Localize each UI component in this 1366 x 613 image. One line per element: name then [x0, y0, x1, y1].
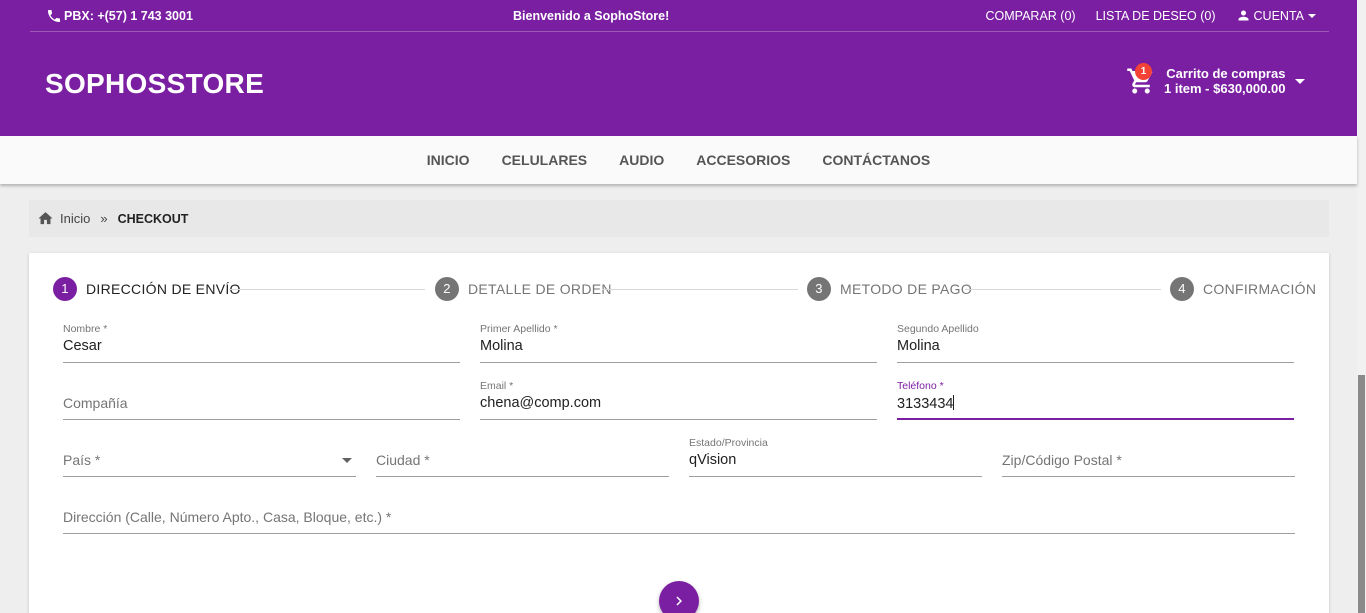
main-nav: INICIO CELULARES AUDIO ACCESORIOS CONTÁC… — [0, 136, 1357, 184]
zip-placeholder: Zip/Código Postal * — [1002, 452, 1122, 468]
page-scrollbar[interactable] — [1357, 0, 1366, 613]
top-bar: PBX: +(57) 1 743 3001 Bienvenido a Sopho… — [30, 0, 1329, 32]
nav-item-audio[interactable]: AUDIO — [619, 152, 664, 168]
step-number: 4 — [1170, 277, 1194, 301]
step-order-detail[interactable]: 2 DETALLE DE ORDEN — [435, 277, 612, 301]
zip-field[interactable]: Zip/Código Postal * — [1002, 437, 1295, 477]
ciudad-placeholder: Ciudad * — [376, 452, 430, 468]
step-connector — [602, 289, 798, 290]
email-value: chena@comp.com — [480, 395, 602, 411]
estado-value: qVision — [689, 452, 737, 468]
cart-summary: 1 item - $630,000.00 — [1164, 81, 1286, 96]
next-step-button[interactable] — [659, 581, 699, 613]
primer-apellido-label: Primer Apellido * — [480, 323, 558, 335]
site-logo[interactable]: SOPHOSSTORE — [45, 68, 264, 100]
telefono-value: 3133434 — [897, 396, 954, 412]
segundo-apellido-field[interactable]: Segundo Apellido Molina — [897, 323, 1294, 363]
scrollbar-thumb[interactable] — [1358, 375, 1365, 613]
compania-field[interactable]: Compañía — [63, 380, 460, 420]
telefono-label: Teléfono * — [897, 380, 944, 392]
compania-placeholder: Compañía — [63, 395, 128, 411]
direccion-placeholder: Dirección (Calle, Número Apto., Casa, Bl… — [63, 509, 392, 525]
checkout-card: 1 DIRECCIÓN DE ENVÍO 2 DETALLE DE ORDEN … — [29, 253, 1329, 613]
step-label: CONFIRMACIÓN — [1203, 281, 1317, 297]
email-field[interactable]: Email * chena@comp.com — [480, 380, 877, 420]
cart-widget[interactable]: 1 Carrito de compras 1 item - $630,000.0… — [1126, 63, 1306, 96]
telefono-input: 3133434 — [897, 395, 955, 412]
nombre-value: Cesar — [63, 338, 102, 354]
step-label: METODO DE PAGO — [840, 281, 973, 297]
primer-apellido-field[interactable]: Primer Apellido * Molina — [480, 323, 877, 363]
segundo-apellido-value: Molina — [897, 338, 940, 354]
step-number: 1 — [53, 277, 77, 301]
account-menu[interactable]: CUENTA — [1236, 8, 1317, 23]
pais-placeholder: País * — [63, 452, 101, 468]
pais-select[interactable]: País * — [63, 437, 356, 477]
telefono-field[interactable]: Teléfono * 3133434 — [897, 380, 1294, 420]
breadcrumb-current: CHECKOUT — [117, 211, 189, 226]
account-label: CUENTA — [1253, 8, 1304, 23]
user-icon — [1238, 10, 1249, 21]
phone-info: PBX: +(57) 1 743 3001 — [46, 8, 193, 24]
step-label: DIRECCIÓN DE ENVÍO — [86, 281, 241, 297]
top-links: COMPARAR (0) LISTA DE DESEO (0) CUENTA — [986, 8, 1317, 23]
dropdown-arrow-icon — [342, 458, 352, 463]
nombre-field[interactable]: Nombre * Cesar — [63, 323, 460, 363]
site-header: PBX: +(57) 1 743 3001 Bienvenido a Sopho… — [0, 0, 1357, 136]
email-label: Email * — [480, 380, 514, 392]
home-icon[interactable] — [37, 210, 54, 227]
step-confirmation[interactable]: 4 CONFIRMACIÓN — [1170, 277, 1316, 301]
welcome-text: Bienvenido a SophoStore! — [513, 9, 670, 23]
step-payment-method[interactable]: 3 METODO DE PAGO — [807, 277, 972, 301]
cart-dropdown-caret — [1295, 78, 1306, 84]
nav-item-inicio[interactable]: INICIO — [427, 152, 470, 168]
nav-item-accesorios[interactable]: ACCESORIOS — [696, 152, 790, 168]
cart-icon-wrap: 1 — [1126, 63, 1156, 96]
step-label: DETALLE DE ORDEN — [468, 281, 612, 297]
text-cursor — [953, 395, 955, 410]
nav-item-contactanos[interactable]: CONTÁCTANOS — [822, 152, 930, 168]
cart-count-badge: 1 — [1135, 63, 1152, 80]
nombre-label: Nombre * — [63, 323, 108, 335]
cart-text: Carrito de compras 1 item - $630,000.00 — [1164, 66, 1285, 96]
wishlist-link[interactable]: LISTA DE DESEO (0) — [1096, 9, 1216, 23]
estado-field[interactable]: Estado/Provincia qVision — [689, 437, 982, 477]
breadcrumb: Inicio » CHECKOUT — [29, 200, 1329, 237]
segundo-apellido-label: Segundo Apellido — [897, 323, 979, 335]
compare-link[interactable]: COMPARAR (0) — [986, 9, 1076, 23]
step-connector — [965, 289, 1161, 290]
phone-icon — [48, 10, 60, 22]
direccion-field[interactable]: Dirección (Calle, Número Apto., Casa, Bl… — [63, 494, 1295, 534]
nav-item-celulares[interactable]: CELULARES — [502, 152, 588, 168]
breadcrumb-separator: » — [100, 211, 108, 226]
breadcrumb-home[interactable]: Inicio — [60, 211, 90, 226]
chevron-down-icon — [1308, 13, 1316, 18]
step-connector — [229, 289, 425, 290]
phone-number: PBX: +(57) 1 743 3001 — [64, 9, 193, 23]
step-number: 2 — [435, 277, 459, 301]
step-number: 3 — [807, 277, 831, 301]
chevron-right-icon — [676, 596, 682, 606]
step-shipping-address[interactable]: 1 DIRECCIÓN DE ENVÍO — [53, 277, 241, 301]
cart-title: Carrito de compras — [1166, 66, 1286, 81]
estado-label: Estado/Provincia — [689, 437, 768, 449]
ciudad-field[interactable]: Ciudad * — [376, 437, 669, 477]
primer-apellido-value: Molina — [480, 338, 523, 354]
